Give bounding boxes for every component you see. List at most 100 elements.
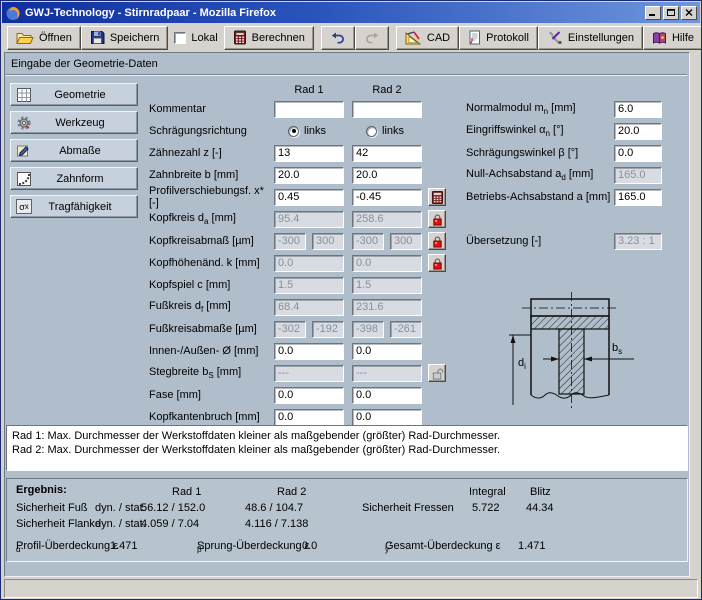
eingriffswinkel-input[interactable] (614, 123, 662, 140)
redo-button[interactable] (355, 26, 389, 50)
schraegungswinkel-input[interactable] (614, 145, 662, 162)
undo-button[interactable] (321, 26, 355, 50)
stegbreite-rad1-input[interactable] (274, 365, 344, 382)
kopfkreisabmass-rad1-lower-input[interactable] (274, 233, 306, 250)
form-row-kommentar: Kommentar (149, 98, 446, 120)
kopfkreis-rad1-input[interactable] (274, 211, 344, 228)
helix-direction-rad2-radio[interactable] (366, 126, 377, 137)
stegbreite-rad2-input[interactable] (352, 365, 422, 382)
sidebar-item-zahnform[interactable]: Zahnform (10, 167, 138, 190)
zahnbreite-rad2-input[interactable] (352, 167, 422, 184)
status-bar (4, 579, 698, 598)
kopfkreisabmass-rad1-upper-input[interactable] (312, 233, 344, 250)
helix-overlap-label: Sprung-Überdeckung εβ: (197, 540, 202, 554)
field-label: Zähnezahl z [-] (149, 147, 274, 159)
kopfkreis-rad2-input[interactable] (352, 211, 422, 228)
sidebar-item-label: Geometrie (33, 89, 137, 101)
fase-rad2-input[interactable] (352, 387, 422, 404)
tools-icon (547, 30, 563, 45)
fase-rad1-input[interactable] (274, 387, 344, 404)
form-row-zaehnezahl: Zähnezahl z [-] (149, 142, 446, 164)
helix-direction-rad1-radio[interactable] (288, 126, 299, 137)
fusskreis-rad1-input[interactable] (274, 299, 344, 316)
field-label: Kopfhöhenänd. k [mm] (149, 257, 274, 269)
results-integral-header: Integral (469, 486, 506, 498)
sidebar-item-werkzeug[interactable]: Werkzeug (10, 111, 138, 134)
profilverschiebung-rad1-input[interactable] (274, 189, 344, 206)
kopfhoehenaenderung-lock-button[interactable] (428, 254, 446, 272)
innen-aussen-rad1-input[interactable] (274, 343, 344, 360)
minimize-button[interactable] (645, 6, 661, 20)
normalmodul-input[interactable] (614, 101, 662, 118)
form-row-fusskreisabmasse: Fußkreisabmaße [µm] (149, 318, 446, 340)
results-rad2-header: Rad 2 (277, 486, 306, 498)
save-label: Speichern (110, 32, 160, 44)
kopfspiel-rad2-input[interactable] (352, 277, 422, 294)
flank-safety-rad1-value: 4.059 / 7.04 (141, 518, 199, 530)
kopfhoehenaenderung-rad1-input[interactable] (274, 255, 344, 272)
field-label: Normalmodul mn [mm] (466, 102, 614, 116)
kopfkantenbruch-rad1-input[interactable] (274, 409, 344, 426)
calculate-button[interactable]: Berechnen (224, 26, 314, 50)
profilverschiebung-calc-button[interactable] (428, 188, 446, 206)
kopfkreisabmass-rad2-lower-input[interactable] (352, 233, 384, 250)
scuffing-blitz-value: 44.34 (526, 502, 554, 514)
fusskreisabmasse-rad1-upper-input[interactable] (312, 321, 344, 338)
warning-line-1: Rad 1: Max. Durchmesser der Werkstoffdat… (12, 429, 682, 443)
sidebar-item-abmasse[interactable]: Abmaße (10, 139, 138, 162)
web-width-label: bs (612, 342, 622, 356)
betriebs-achsabstand-input[interactable] (614, 189, 662, 206)
open-button[interactable]: Öffnen (7, 26, 81, 50)
local-label: Lokal (191, 32, 217, 44)
kopfkantenbruch-rad2-input[interactable] (352, 409, 422, 426)
form-row-normalmodul: Normalmodul mn [mm] (466, 98, 662, 120)
kopfkreisabmass-rad2-upper-input[interactable] (390, 233, 422, 250)
zahnbreite-rad1-input[interactable] (274, 167, 344, 184)
fusskreisabmasse-rad2-lower-input[interactable] (352, 321, 384, 338)
sidebar-item-label: Werkzeug (33, 117, 137, 129)
protocol-button[interactable]: Protokoll (459, 26, 538, 50)
help-button[interactable]: Hilfe (643, 26, 702, 50)
field-label: Betriebs-Achsabstand a [mm] (466, 191, 614, 203)
kopfhoehenaenderung-rad2-input[interactable] (352, 255, 422, 272)
kopfkreis-lock-button[interactable] (428, 210, 446, 228)
field-label: Schrägungswinkel β [°] (466, 147, 614, 159)
field-label: Null-Achsabstand ad [mm] (466, 168, 614, 182)
close-button[interactable] (681, 6, 697, 20)
innen-aussen-rad2-input[interactable] (352, 343, 422, 360)
zaehnezahl-rad1-input[interactable] (274, 145, 344, 162)
undo-icon (330, 31, 346, 45)
local-checkbox[interactable] (174, 32, 186, 44)
window-title: GWJ-Technology - Stirnradpaar - Mozilla … (25, 7, 643, 19)
kommentar-rad1-input[interactable] (274, 101, 344, 118)
maximize-button[interactable] (663, 6, 679, 20)
settings-button[interactable]: Einstellungen (538, 26, 643, 50)
kommentar-rad2-input[interactable] (352, 101, 422, 118)
grid-icon (15, 86, 33, 104)
close-icon (685, 9, 693, 16)
profilverschiebung-rad2-input[interactable] (352, 189, 422, 206)
field-label: Kopfkreis da [mm] (149, 212, 274, 226)
uebersetzung-input[interactable] (614, 233, 662, 250)
kopfkreisabmass-lock-button[interactable] (428, 232, 446, 250)
divider (5, 74, 687, 76)
fusskreis-rad2-input[interactable] (352, 299, 422, 316)
zaehnezahl-rad2-input[interactable] (352, 145, 422, 162)
form-row-kopfhoehenaenderung: Kopfhöhenänd. k [mm] (149, 252, 446, 274)
null-achsabstand-input[interactable] (614, 167, 662, 184)
document-icon (468, 30, 481, 45)
form-row-eingriffswinkel: Eingriffswinkel αn [°] (466, 120, 662, 142)
sidebar-item-label: Tragfähigkeit (33, 201, 137, 213)
fusskreisabmasse-rad2-upper-input[interactable] (390, 321, 422, 338)
kopfspiel-rad1-input[interactable] (274, 277, 344, 294)
fusskreisabmasse-rad1-lower-input[interactable] (274, 321, 306, 338)
stegbreite-lock-button[interactable] (428, 364, 446, 382)
form-row-betriebs-achsabstand: Betriebs-Achsabstand a [mm] (466, 186, 662, 208)
sidebar-item-tragfaehigkeit[interactable]: σx Tragfähigkeit (10, 195, 138, 218)
cad-button[interactable]: CAD (396, 26, 459, 50)
field-label: Kommentar (149, 103, 274, 115)
form-row-uebersetzung: Übersetzung [-] (466, 230, 662, 252)
sidebar-item-geometrie[interactable]: Geometrie (10, 83, 138, 106)
save-button[interactable]: Speichern (81, 26, 169, 50)
maximize-icon (667, 9, 675, 16)
